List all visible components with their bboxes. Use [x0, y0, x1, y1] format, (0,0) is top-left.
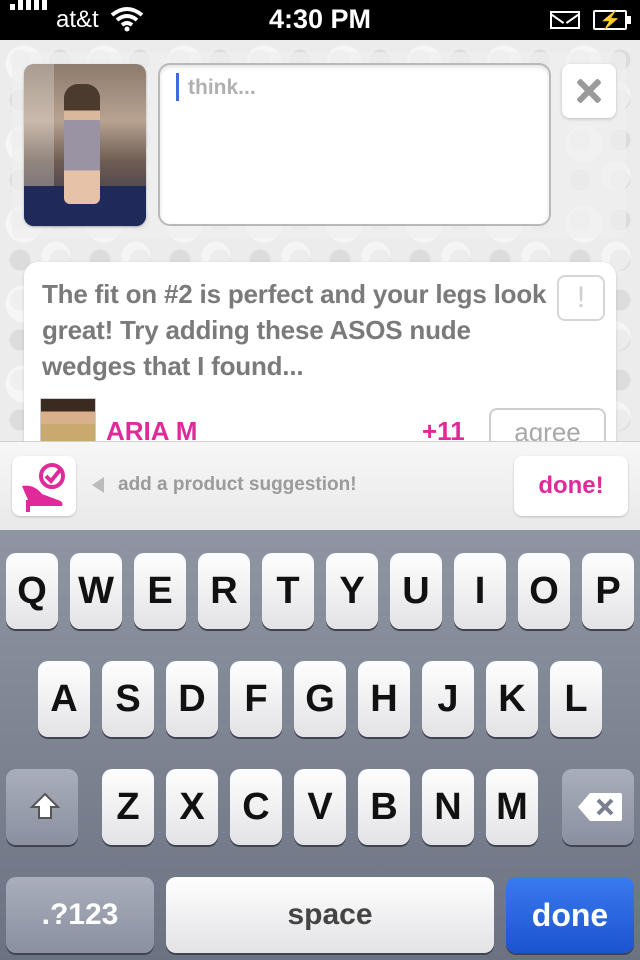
key-m[interactable]: M [486, 769, 538, 845]
key-p[interactable]: P [582, 553, 634, 629]
key-r[interactable]: R [198, 553, 250, 629]
shift-key[interactable] [6, 769, 78, 845]
key-z[interactable]: Z [102, 769, 154, 845]
backspace-icon [578, 793, 622, 821]
keyboard: Q W E R T Y U I O P A S D F G H J K L Z … [0, 530, 640, 960]
keyboard-done-key[interactable]: done [506, 877, 634, 953]
key-o[interactable]: O [518, 553, 570, 629]
space-key[interactable]: space [166, 877, 494, 953]
key-u[interactable]: U [390, 553, 442, 629]
key-w[interactable]: W [70, 553, 122, 629]
key-h[interactable]: H [358, 661, 410, 737]
battery-tip [627, 16, 631, 24]
numbers-key[interactable]: .?123 [6, 877, 154, 953]
key-e[interactable]: E [134, 553, 186, 629]
key-j[interactable]: J [422, 661, 474, 737]
key-c[interactable]: C [230, 769, 282, 845]
shift-icon [30, 792, 60, 819]
key-y[interactable]: Y [326, 553, 378, 629]
clock: 4:30 PM [268, 4, 372, 34]
mail-icon [550, 11, 580, 29]
key-q[interactable]: Q [6, 553, 58, 629]
key-t[interactable]: T [262, 553, 314, 629]
key-l[interactable]: L [550, 661, 602, 737]
arrow-left-icon [92, 477, 104, 493]
key-k[interactable]: K [486, 661, 538, 737]
think-placeholder: think... [188, 76, 256, 99]
text-cursor [176, 73, 179, 101]
commenter-avatar[interactable] [40, 398, 96, 442]
report-button[interactable]: ! [557, 275, 605, 321]
key-a[interactable]: A [38, 661, 90, 737]
close-button[interactable] [562, 64, 616, 118]
shoe-icon [22, 463, 65, 512]
key-f[interactable]: F [230, 661, 282, 737]
key-i[interactable]: I [454, 553, 506, 629]
key-b[interactable]: B [358, 769, 410, 845]
user-photo [24, 64, 146, 226]
add-product-button[interactable] [12, 456, 76, 516]
battery-icon: ⚡ [593, 10, 627, 30]
key-g[interactable]: G [294, 661, 346, 737]
done-button[interactable]: done! [514, 456, 628, 516]
key-n[interactable]: N [422, 769, 474, 845]
backspace-key[interactable] [562, 769, 634, 845]
key-d[interactable]: D [166, 661, 218, 737]
key-x[interactable]: X [166, 769, 218, 845]
suggestion-text: The fit on #2 is perfect and your legs l… [42, 279, 547, 381]
key-v[interactable]: V [294, 769, 346, 845]
key-s[interactable]: S [102, 661, 154, 737]
status-bar: at&t 4:30 PM ⚡ [0, 0, 640, 40]
add-product-label: add a product suggestion! [118, 474, 357, 495]
